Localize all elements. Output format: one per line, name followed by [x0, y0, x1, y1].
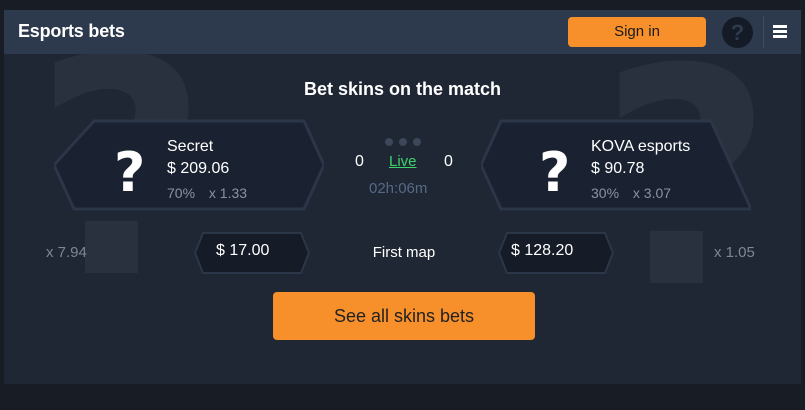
first-map-bet-row: $ 17.00 First map $ 128.20 — [191, 230, 617, 276]
header-bar: Esports bets Sign in ? — [4, 10, 801, 54]
help-icon[interactable]: ? — [722, 17, 753, 48]
map-right-bet-amount[interactable]: $ 128.20 — [511, 242, 573, 260]
team1-logo-question-icon: ? — [114, 141, 146, 204]
widget-title: Esports bets — [18, 21, 125, 41]
team2-amount: $ 90.78 — [591, 160, 645, 177]
hamburger-menu-icon[interactable] — [773, 25, 789, 39]
team1-score: 0 — [355, 153, 364, 170]
team1-name: Secret — [167, 138, 214, 155]
team1-stats: 70% x 1.33 — [167, 185, 247, 201]
header-divider — [763, 16, 764, 48]
see-all-skins-bets-button[interactable]: See all skins bets — [273, 292, 535, 340]
team2-logo-question-icon: ? — [539, 141, 571, 204]
team2-stats: 30% x 3.07 — [591, 185, 671, 201]
live-status-link[interactable]: Live — [389, 153, 417, 170]
team2-percent: 30% — [591, 185, 620, 201]
team1-percent: 70% — [167, 185, 196, 201]
team2-card[interactable]: ? KOVA esports $ 90.78 30% x 3.07 — [481, 118, 751, 212]
team2-odds: x 3.07 — [632, 185, 672, 201]
sign-in-button[interactable]: Sign in — [568, 17, 706, 47]
map-left-multiplier: x 7.94 — [46, 244, 87, 261]
esports-bets-widget: ? ? Esports bets Sign in ? Bet skins on … — [4, 10, 801, 384]
map-right-multiplier: x 1.05 — [714, 244, 755, 261]
team1-amount: $ 209.06 — [167, 160, 230, 177]
team1-card[interactable]: ? Secret $ 209.06 70% x 1.33 — [54, 118, 324, 212]
headline: Bet skins on the match — [303, 79, 502, 99]
team1-odds: x 1.33 — [208, 185, 248, 201]
team2-score: 0 — [444, 153, 453, 170]
loading-dots — [385, 133, 427, 151]
team2-name: KOVA esports — [591, 138, 691, 155]
match-timer: 02h:06m — [369, 180, 428, 197]
